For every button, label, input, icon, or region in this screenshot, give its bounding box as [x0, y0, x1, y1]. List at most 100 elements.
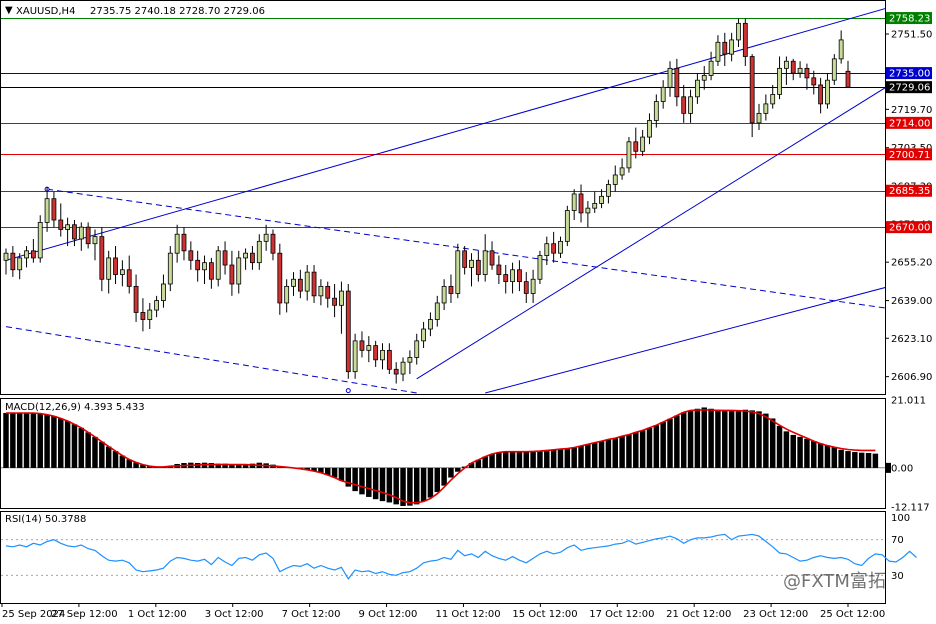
menu-triangle-icon[interactable]: ▼: [5, 5, 13, 16]
candle-body: [715, 41, 721, 62]
candle-body: [65, 224, 71, 230]
macd-bar: [858, 452, 865, 468]
candle-body: [92, 236, 98, 245]
rsi-tick-label: 70: [891, 535, 904, 546]
macd-bar: [441, 467, 447, 486]
candle-body: [400, 361, 406, 375]
candle-body: [222, 250, 228, 266]
macd-bar: [71, 424, 78, 468]
candle-body: [174, 233, 180, 254]
macd-bar: [865, 453, 872, 468]
candle-body: [380, 349, 385, 361]
candle-body: [147, 309, 153, 320]
time-tick-label: 7 Oct 12:00: [282, 609, 341, 620]
macd-tick-label: 0.00: [891, 463, 913, 474]
candle-body: [674, 67, 680, 98]
macd-bar: [530, 451, 536, 468]
time-tick-label: 17 Oct 12:00: [589, 609, 654, 620]
macd-bar: [619, 436, 625, 468]
candle-body: [558, 240, 563, 254]
candle-body: [126, 269, 132, 287]
candle-body: [181, 233, 187, 252]
candle-body: [37, 221, 43, 259]
candle-body: [352, 340, 358, 373]
candle-body: [428, 319, 433, 330]
candle-body: [469, 259, 474, 268]
candle-body: [407, 357, 413, 363]
candle-body: [243, 252, 248, 259]
candle-body: [845, 70, 851, 88]
candle-body: [729, 39, 735, 55]
candle-body: [99, 236, 105, 280]
candle-body: [503, 274, 509, 283]
candle-body: [140, 312, 146, 320]
candle-body: [373, 345, 379, 361]
macd-bar: [105, 446, 112, 468]
macd-bar: [605, 439, 612, 468]
level-tag-label: 2729.06: [889, 83, 930, 94]
macd-bar: [817, 443, 824, 468]
macd-bar: [571, 447, 577, 468]
macd-bar: [852, 452, 858, 468]
macd-bar: [112, 451, 119, 468]
candle-body: [325, 285, 331, 299]
macd-bar: [16, 412, 23, 468]
candle-body: [797, 67, 803, 74]
candle-body: [119, 269, 125, 275]
macd-bar: [64, 421, 71, 468]
candle-body: [113, 257, 118, 275]
candle-body: [3, 252, 9, 261]
candle-body: [647, 120, 652, 138]
macd-bar: [386, 467, 393, 503]
time-tick-label: 27 Sep 12:00: [51, 609, 118, 620]
rsi-label: RSI(14) 50.3788: [5, 514, 86, 525]
candle-body: [78, 226, 84, 240]
candle-body: [133, 285, 139, 313]
macd-bar: [646, 427, 653, 468]
macd-bar: [742, 409, 749, 468]
candle-body: [783, 60, 789, 69]
level-tag-label: 2714.00: [889, 118, 930, 129]
macd-bar: [790, 434, 796, 468]
level-tag-label: 2758.23: [889, 14, 930, 25]
macd-bar: [639, 430, 646, 468]
macd-bar: [633, 432, 639, 468]
macd-bar: [653, 425, 660, 468]
candle-body: [311, 271, 317, 297]
candle-body: [756, 112, 762, 124]
candle-body: [763, 103, 769, 114]
candle-body: [24, 250, 29, 259]
candle-body: [537, 255, 543, 280]
candle-body: [831, 58, 837, 81]
macd-bar: [537, 451, 543, 468]
candle-body: [332, 297, 337, 306]
macd-tick-label: 21.011: [891, 396, 926, 407]
candle-body: [393, 368, 399, 375]
macd-bar: [701, 407, 707, 468]
macd-bar: [612, 438, 618, 468]
candle-body: [284, 285, 290, 304]
candle-body: [277, 252, 283, 304]
candle-body: [660, 86, 666, 102]
macd-bar: [92, 436, 98, 468]
ohlc-readout: 2735.75 2740.18 2728.70 2729.06: [90, 6, 265, 17]
macd-tick-label: -12.117: [891, 503, 930, 514]
candle-body: [633, 141, 639, 152]
candle-body: [811, 77, 817, 86]
candle-body: [551, 243, 557, 254]
macd-bar: [3, 412, 9, 468]
macd-label: MACD(12,26,9) 4.393 5.433: [5, 402, 145, 413]
candle-body: [414, 340, 420, 358]
macd-bar: [379, 467, 386, 502]
candle-body: [599, 195, 604, 204]
trendline-anchor: [345, 388, 351, 394]
macd-bar: [78, 427, 85, 468]
candle-body: [202, 262, 207, 271]
candle-body: [441, 285, 447, 304]
candle-body: [58, 219, 64, 230]
candle-body: [106, 257, 112, 280]
macd-bar: [420, 467, 427, 502]
candle-body: [578, 193, 584, 214]
candle-body: [722, 41, 728, 55]
candle-body: [270, 233, 276, 254]
